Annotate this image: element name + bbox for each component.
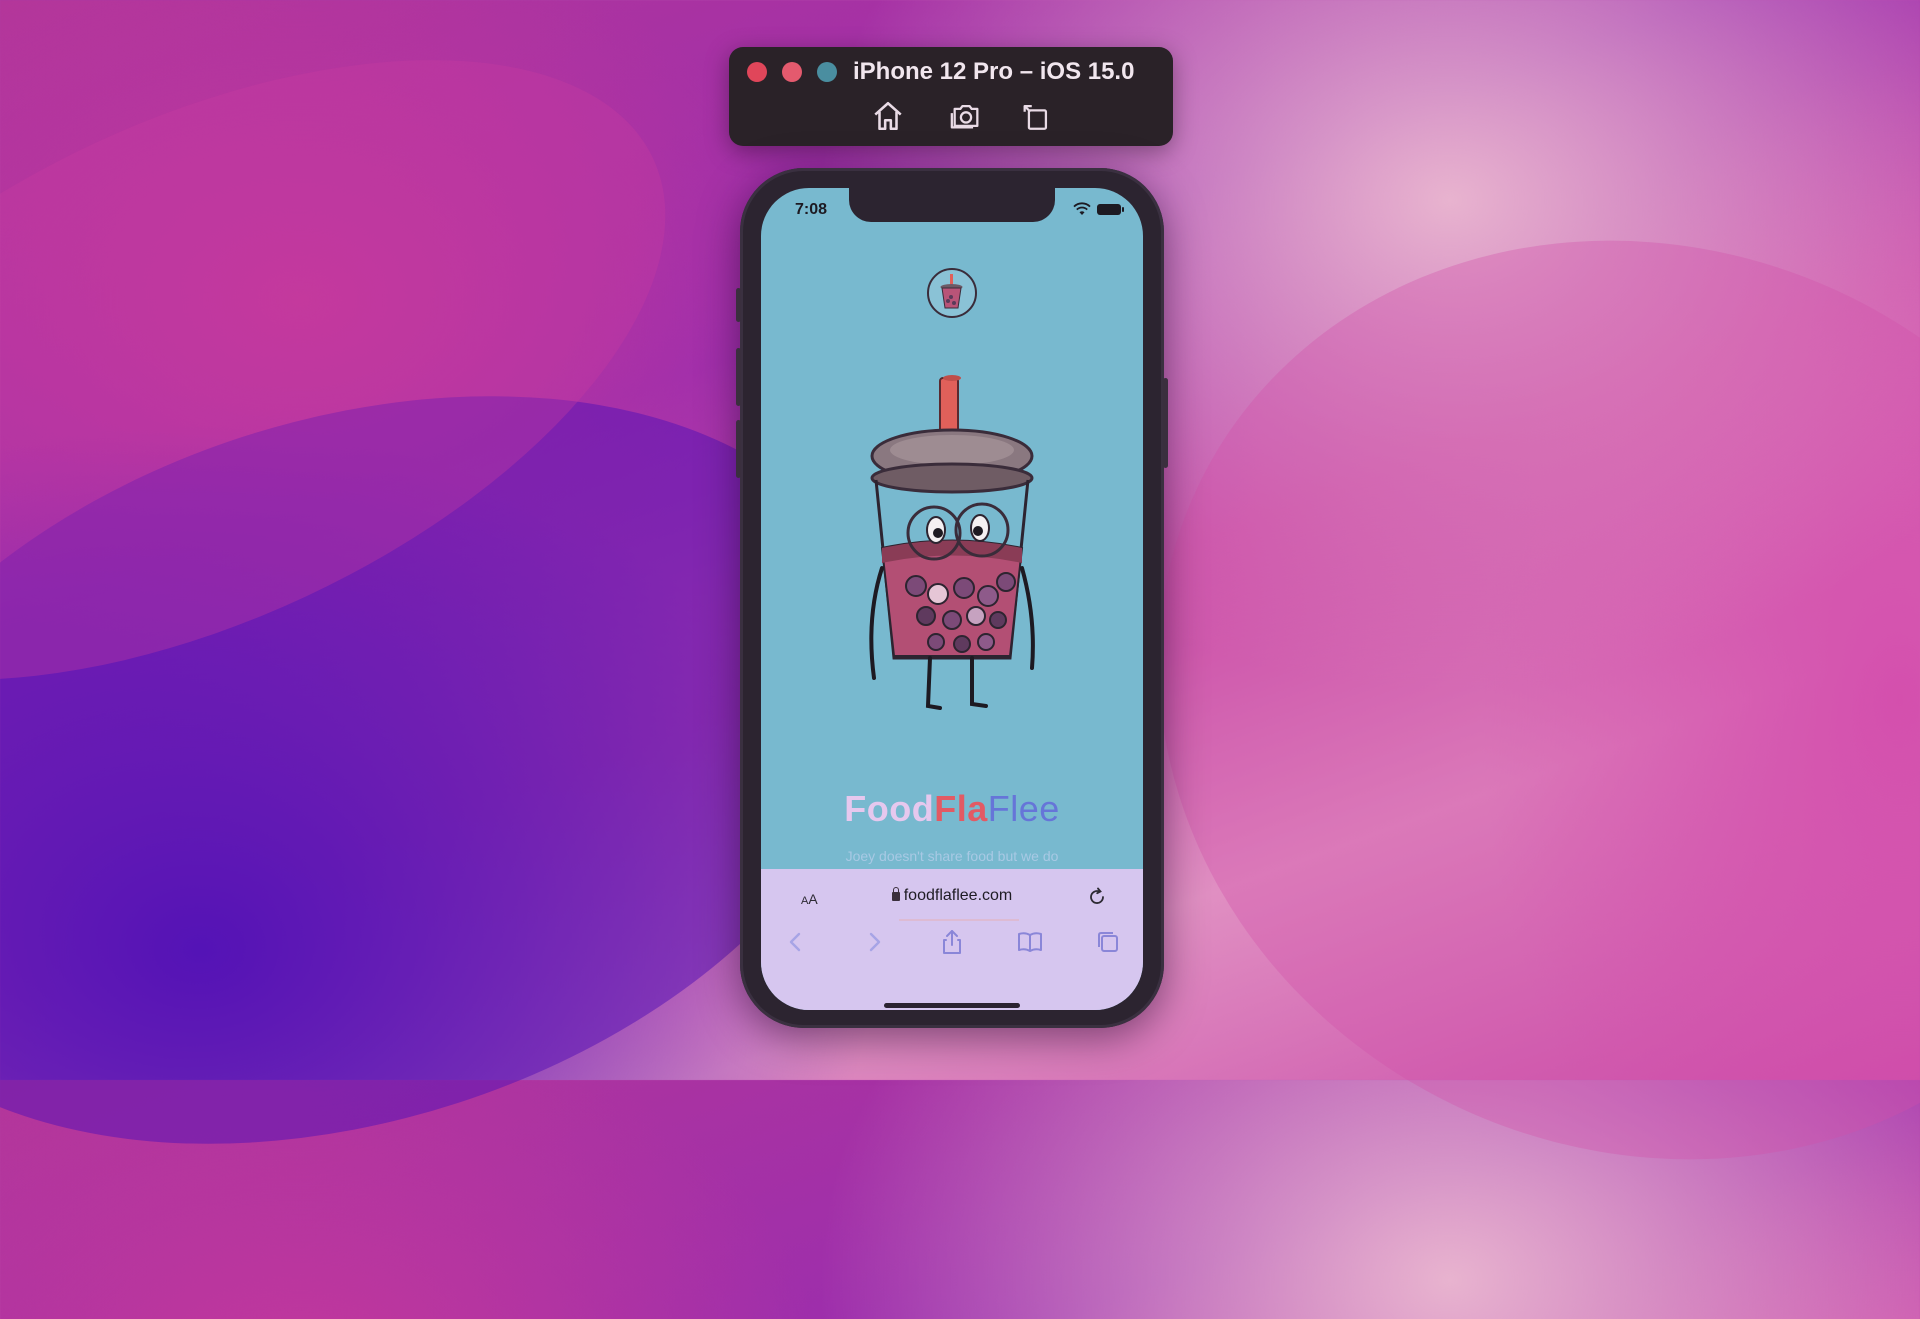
reload-button[interactable]: [1087, 887, 1107, 907]
page-load-progress: [899, 919, 1019, 921]
status-time: 7:08: [795, 201, 828, 218]
battery-icon: [1097, 203, 1124, 215]
brand-word-food: Food: [844, 788, 935, 829]
safari-toolbar: AA foodflaflee.com: [761, 869, 1143, 1010]
boba-logo-icon: [940, 274, 963, 309]
iphone-device: 7:08 FoodFlaFlee Joey doesn't share food…: [736, 168, 1168, 1028]
share-button[interactable]: [937, 927, 967, 957]
lock-icon: [891, 887, 900, 901]
notch: [849, 188, 1055, 222]
simulator-toolbar: iPhone 12 Pro – iOS 15.0: [729, 47, 1173, 146]
address-bar[interactable]: foodflaflee.com: [761, 887, 1143, 905]
navigation-row: [761, 927, 1143, 963]
reload-icon: [1090, 887, 1104, 904]
book-icon: [1018, 932, 1042, 952]
brand-word-fla: Fla: [934, 788, 988, 829]
site-logo[interactable]: [927, 268, 977, 318]
simulator-title: iPhone 12 Pro – iOS 15.0: [853, 58, 1135, 85]
screenshot-icon: [950, 104, 979, 129]
brand-title: FoodFlaFlee: [761, 788, 1143, 830]
home-icon: [874, 101, 902, 131]
phone-screen: 7:08 FoodFlaFlee Joey doesn't share food…: [761, 188, 1143, 1010]
brand-word-flee: Flee: [987, 788, 1060, 829]
boba-mascot-illustration: [869, 375, 1035, 710]
rotate-icon: [1023, 104, 1048, 130]
wallpaper-swoosh: [0, 0, 759, 808]
share-icon: [943, 930, 961, 954]
chevron-right-icon: [869, 932, 881, 952]
screenshot-button[interactable]: [949, 99, 983, 133]
close-window-button[interactable]: [747, 62, 767, 82]
wifi-icon: [1073, 202, 1091, 216]
home-indicator[interactable]: [884, 1003, 1020, 1008]
url-text: foodflaflee.com: [903, 887, 1013, 904]
chevron-left-icon: [789, 932, 801, 952]
tabs-icon: [1098, 932, 1118, 952]
zoom-window-button[interactable]: [817, 62, 837, 82]
bookmarks-button[interactable]: [1015, 927, 1045, 957]
minimize-window-button[interactable]: [782, 62, 802, 82]
mute-switch[interactable]: [736, 288, 741, 322]
volume-up-button[interactable]: [736, 348, 741, 406]
rotate-button[interactable]: [1019, 99, 1053, 133]
home-button[interactable]: [871, 99, 905, 133]
forward-button[interactable]: [859, 927, 889, 957]
status-icons: [1073, 202, 1124, 216]
volume-down-button[interactable]: [736, 420, 741, 478]
tabs-button[interactable]: [1093, 927, 1123, 957]
tagline: Joey doesn't share food but we do: [845, 848, 1059, 864]
power-button[interactable]: [1163, 378, 1168, 468]
back-button[interactable]: [781, 927, 811, 957]
